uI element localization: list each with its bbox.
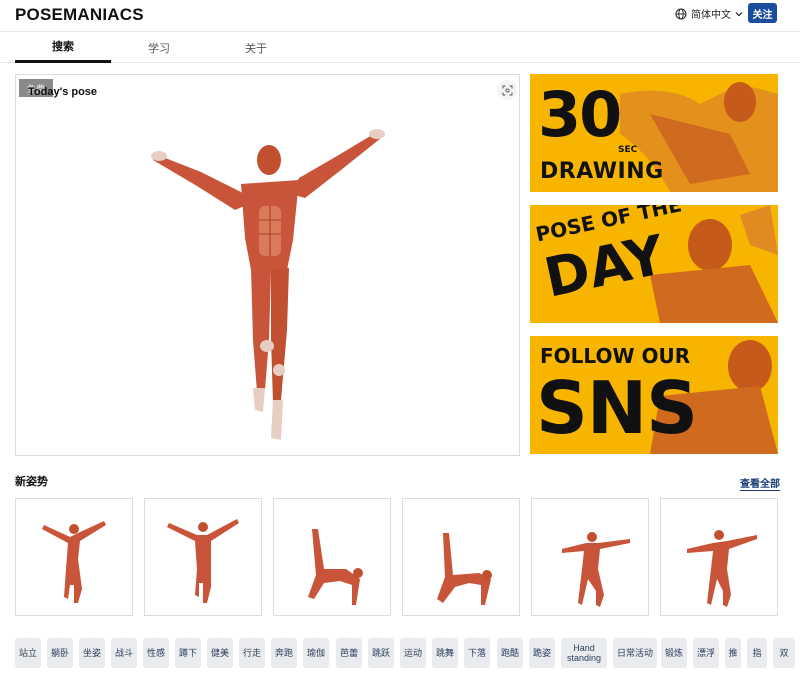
new-poses-title: 新姿势 (15, 476, 48, 488)
banner-sns-text: SNS (536, 366, 698, 450)
tab-about[interactable]: 关于 (208, 32, 304, 63)
tab-learn[interactable]: 学习 (111, 32, 207, 63)
tag-chip[interactable]: 跑酷 (497, 638, 523, 668)
banner-follow-our-text: FOLLOW OUR (540, 344, 691, 368)
globe-icon (675, 8, 687, 19)
main-tabs: 搜索 学习 关于 (0, 31, 800, 63)
tag-chip[interactable]: 双 (773, 638, 795, 668)
pose-figure-image (167, 519, 239, 603)
language-selector[interactable]: 简体中文 (675, 6, 743, 21)
tag-chip[interactable]: 性感 (143, 638, 169, 668)
pose-thumbnail[interactable] (531, 498, 649, 616)
fullscreen-button[interactable] (497, 80, 517, 100)
tag-chip[interactable]: 瑜伽 (303, 638, 329, 668)
banner-30-text: 30 (538, 78, 622, 151)
pose-figure-image (562, 532, 630, 607)
tag-chip[interactable]: 奔跑 (271, 638, 297, 668)
banner-sec-text: SEC (618, 145, 638, 155)
banner-30sec-drawing[interactable]: 30 SEC DRAWING (530, 74, 778, 192)
pose-thumbnail[interactable] (402, 498, 520, 616)
banner-drawing-text: DRAWING (540, 159, 664, 184)
pose-thumbnail[interactable] (144, 498, 262, 616)
tag-chip[interactable]: 行走 (239, 638, 265, 668)
tag-chip-row: 站立 躺卧 坐姿 战斗 性感 蹲下 健美 行走 奔跑 瑜伽 芭蕾 跳跃 运动 跳… (15, 638, 800, 668)
banner-pose-of-the-day[interactable]: POSE OF THE DAY (530, 205, 778, 323)
pose-figure-image (308, 529, 363, 605)
tag-chip[interactable]: Hand standing (561, 638, 607, 668)
tag-chip[interactable]: 锻炼 (661, 638, 687, 668)
pose-figure-image (437, 533, 492, 605)
pose-thumbnail[interactable] (15, 498, 133, 616)
tag-chip[interactable]: 健美 (207, 638, 233, 668)
pose-figure-image (687, 530, 757, 607)
view-all-link[interactable]: 查看全部 (740, 475, 780, 491)
tag-chip[interactable]: 芭蕾 (336, 638, 362, 668)
pose-thumbnail[interactable] (660, 498, 778, 616)
site-logo[interactable]: POSEMANIACS (15, 5, 144, 25)
tag-chip[interactable]: 坐姿 (79, 638, 105, 668)
tag-chip[interactable]: 躺卧 (47, 638, 73, 668)
tag-chip[interactable]: 跪姿 (529, 638, 555, 668)
tag-chip[interactable]: 漂浮 (693, 638, 719, 668)
tag-chip[interactable]: 战斗 (111, 638, 137, 668)
tag-chip[interactable]: 运动 (400, 638, 426, 668)
chevron-down-icon (735, 11, 743, 16)
tag-chip[interactable]: 推 (725, 638, 741, 668)
tag-chip[interactable]: 站立 (15, 638, 41, 668)
pose-figure-image (42, 521, 106, 603)
tag-chip[interactable]: 蹲下 (175, 638, 201, 668)
todays-pose-title: Today's pose (28, 86, 98, 98)
todays-pose-card[interactable]: 免费 Today's pose (15, 74, 520, 456)
tag-chip[interactable]: 下落 (464, 638, 490, 668)
follow-button[interactable]: 关注 (748, 3, 777, 23)
banner-follow-our-sns[interactable]: FOLLOW OUR SNS (530, 336, 778, 454)
language-label: 简体中文 (691, 10, 731, 21)
tag-chip[interactable]: 跳舞 (432, 638, 458, 668)
pose-thumbnail[interactable] (273, 498, 391, 616)
tag-chip[interactable]: 跳跃 (368, 638, 394, 668)
tag-chip[interactable]: 指 (747, 638, 767, 668)
header: POSEMANIACS 简体中文 关注 (0, 0, 800, 30)
tab-search[interactable]: 搜索 (15, 32, 111, 63)
anatomy-figure-image (151, 129, 385, 440)
tag-chip[interactable]: 日常活动 (613, 638, 657, 668)
fullscreen-icon (502, 85, 512, 95)
